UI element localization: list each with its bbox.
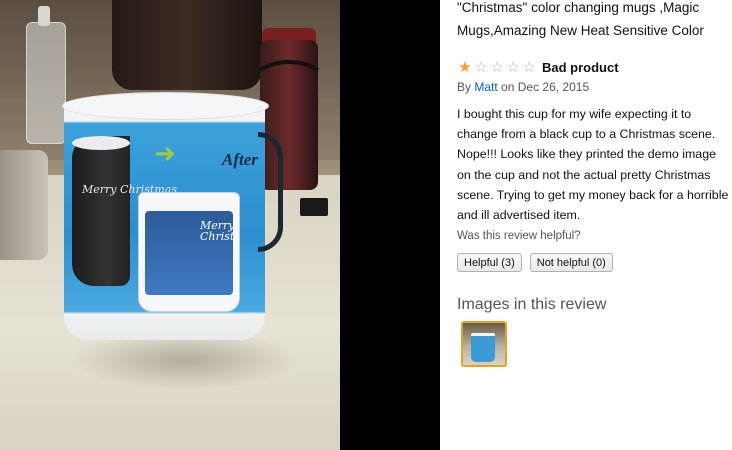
mug-rim xyxy=(62,92,269,120)
review-panel: "Christmas" color changing mugs ,Magic M… xyxy=(457,0,732,450)
helpful-button[interactable]: Helpful (3) xyxy=(457,253,522,272)
mug-print-after-cup xyxy=(138,192,240,312)
mug-print-after-label: After xyxy=(222,150,258,169)
mug-print-arrow-icon: ➜ xyxy=(154,139,176,169)
review-body: I bought this cup for my wife expecting … xyxy=(457,107,729,223)
review-photo-viewer: Merry Christmas ➜ After Merry Christ xyxy=(0,0,440,450)
star-empty-icon: ☆ xyxy=(490,58,504,76)
photo-soap-pump xyxy=(38,6,50,26)
thumbnail-mug xyxy=(471,333,495,362)
not-helpful-button[interactable]: Not helpful (0) xyxy=(529,253,613,272)
product-title-line-1[interactable]: "Christmas" color changing mugs ,Magic xyxy=(457,0,732,19)
review-image-thumbnail[interactable] xyxy=(461,321,507,367)
star-empty-icon: ☆ xyxy=(506,58,520,76)
review-rating-row: ★ ☆ ☆ ☆ ☆ Bad product xyxy=(457,58,619,76)
review-byline: By Matt on Dec 26, 2015 xyxy=(457,80,589,94)
review-photo: Merry Christmas ➜ After Merry Christ xyxy=(0,0,340,450)
mug-print-before-rim xyxy=(72,136,130,150)
review-date: on Dec 26, 2015 xyxy=(501,80,590,94)
photo-power-plug xyxy=(300,198,328,216)
star-rating: ★ ☆ ☆ ☆ ☆ xyxy=(457,59,537,75)
photo-soap-bottle xyxy=(26,22,66,144)
mug-print-before-cup xyxy=(72,136,130,286)
star-empty-icon: ☆ xyxy=(474,58,488,76)
photo-mug: Merry Christmas ➜ After Merry Christ xyxy=(62,92,283,342)
images-section-heading: Images in this review xyxy=(457,296,607,313)
product-title-line-2[interactable]: Mugs,Amazing New Heat Sensitive Color xyxy=(457,19,732,42)
mug-print-script-right: Merry Christ xyxy=(200,219,235,243)
helpful-question: Was this review helpful? xyxy=(457,230,581,242)
photo-coffee-carafe xyxy=(112,0,262,90)
product-title[interactable]: "Christmas" color changing mugs ,Magic M… xyxy=(457,0,732,42)
star-filled-icon: ★ xyxy=(458,58,472,76)
byline-prefix: By xyxy=(457,80,472,94)
star-empty-icon: ☆ xyxy=(522,58,536,76)
author-link[interactable]: Matt xyxy=(474,80,497,94)
helpful-vote-buttons: Helpful (3) Not helpful (0) xyxy=(457,253,613,272)
review-page: Merry Christmas ➜ After Merry Christ "Ch… xyxy=(0,0,732,450)
review-title[interactable]: Bad product xyxy=(542,60,619,75)
photo-sink xyxy=(0,150,48,260)
